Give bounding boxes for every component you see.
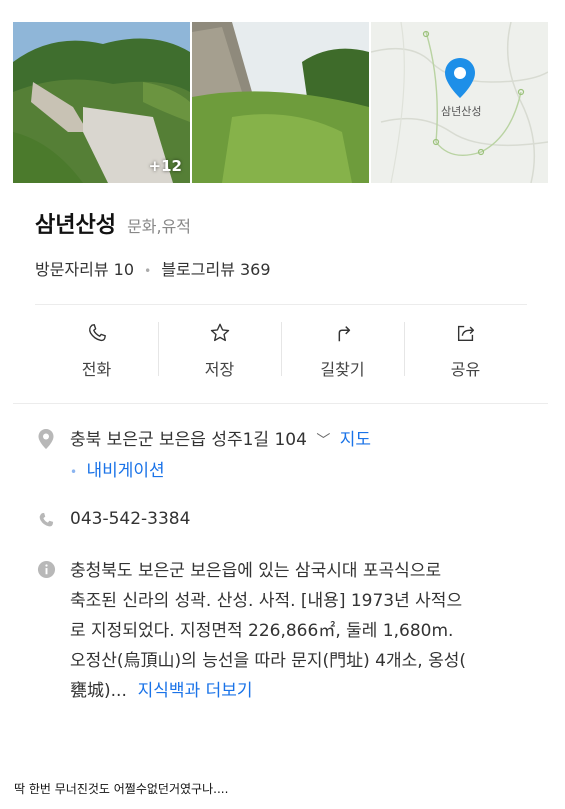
directions-label: 길찾기 xyxy=(320,360,365,379)
visitor-review-count[interactable]: 방문자리뷰 10 xyxy=(35,260,134,279)
phone-icon xyxy=(88,324,106,342)
share-icon xyxy=(457,325,474,342)
action-bar: 전화 저장 길찾기 공유 xyxy=(35,314,527,390)
caption-text: 딱 한번 무너진것도 어쩔수없던거였구나.... xyxy=(14,782,229,796)
save-button[interactable]: 저장 xyxy=(158,314,281,390)
save-label: 저장 xyxy=(204,360,235,379)
map-thumbnail[interactable]: 삼년산성 xyxy=(371,22,548,183)
photo-strip: +12 삼년산성 xyxy=(13,22,548,183)
call-button[interactable]: 전화 xyxy=(35,314,158,390)
place-category: 문화,유적 xyxy=(127,217,192,236)
description: 충청북도 보은군 보은읍에 있는 삼국시대 포곡식으로 축조된 신라의 성곽. … xyxy=(70,556,540,706)
description-line: 충청북도 보은군 보은읍에 있는 삼국시대 포곡식으로 xyxy=(70,561,442,581)
location-pin-icon xyxy=(445,58,475,98)
more-photos-count: +12 xyxy=(148,157,182,175)
share-label: 공유 xyxy=(450,360,481,379)
map-marker-label: 삼년산성 xyxy=(441,105,482,118)
description-line: 축조된 신라의 성곽. 산성. 사적. [내용] 1973년 사적으 xyxy=(70,591,463,611)
navigation-row: • 내비게이션 xyxy=(70,456,165,481)
phone-number[interactable]: 043-542-3384 xyxy=(70,509,190,529)
star-icon xyxy=(210,323,229,342)
photo-grass-path[interactable] xyxy=(192,22,369,183)
description-line: 로 지정되었다. 지정면적 226,866㎡, 둘레 1,680m. xyxy=(70,621,454,641)
review-counts: 방문자리뷰 10 • 블로그리뷰 369 xyxy=(35,256,271,280)
map-link[interactable]: 지도 xyxy=(340,430,371,450)
address-text: 충북 보은군 보은읍 성주1길 104 xyxy=(70,430,307,450)
divider xyxy=(35,304,527,305)
description-line: 甕城)... xyxy=(70,681,127,701)
photo-fortress-wall[interactable]: +12 xyxy=(13,22,190,183)
navigation-link[interactable]: 내비게이션 xyxy=(86,461,164,481)
phone-icon xyxy=(39,512,54,527)
divider xyxy=(13,403,548,404)
directions-button[interactable]: 길찾기 xyxy=(281,314,404,390)
blog-review-count[interactable]: 블로그리뷰 369 xyxy=(161,260,270,279)
encyclopedia-more-link[interactable]: 지식백과 더보기 xyxy=(138,681,253,701)
info-icon xyxy=(37,560,56,579)
separator-dot: • xyxy=(70,465,78,479)
call-label: 전화 xyxy=(81,360,112,379)
share-button[interactable]: 공유 xyxy=(404,314,527,390)
location-icon xyxy=(38,429,54,449)
chevron-down-icon[interactable]: ﹀ xyxy=(316,433,330,449)
title-row: 삼년산성 문화,유적 xyxy=(35,207,191,239)
place-card: +12 삼년산성 삼년산성 문화,유적 방문자리뷰 10 • 블로그리뷰 369… xyxy=(13,22,548,722)
description-last-line: 甕城)... 지식백과 더보기 xyxy=(70,676,540,706)
separator-dot: • xyxy=(144,264,152,278)
place-name: 삼년산성 xyxy=(35,213,116,238)
address-row: 충북 보은군 보은읍 성주1길 104 ﹀ 지도 xyxy=(70,425,371,450)
directions-icon xyxy=(338,326,350,342)
description-line: 오정산(烏頂山)의 능선을 따라 문지(門址) 4개소, 옹성( xyxy=(70,651,466,671)
